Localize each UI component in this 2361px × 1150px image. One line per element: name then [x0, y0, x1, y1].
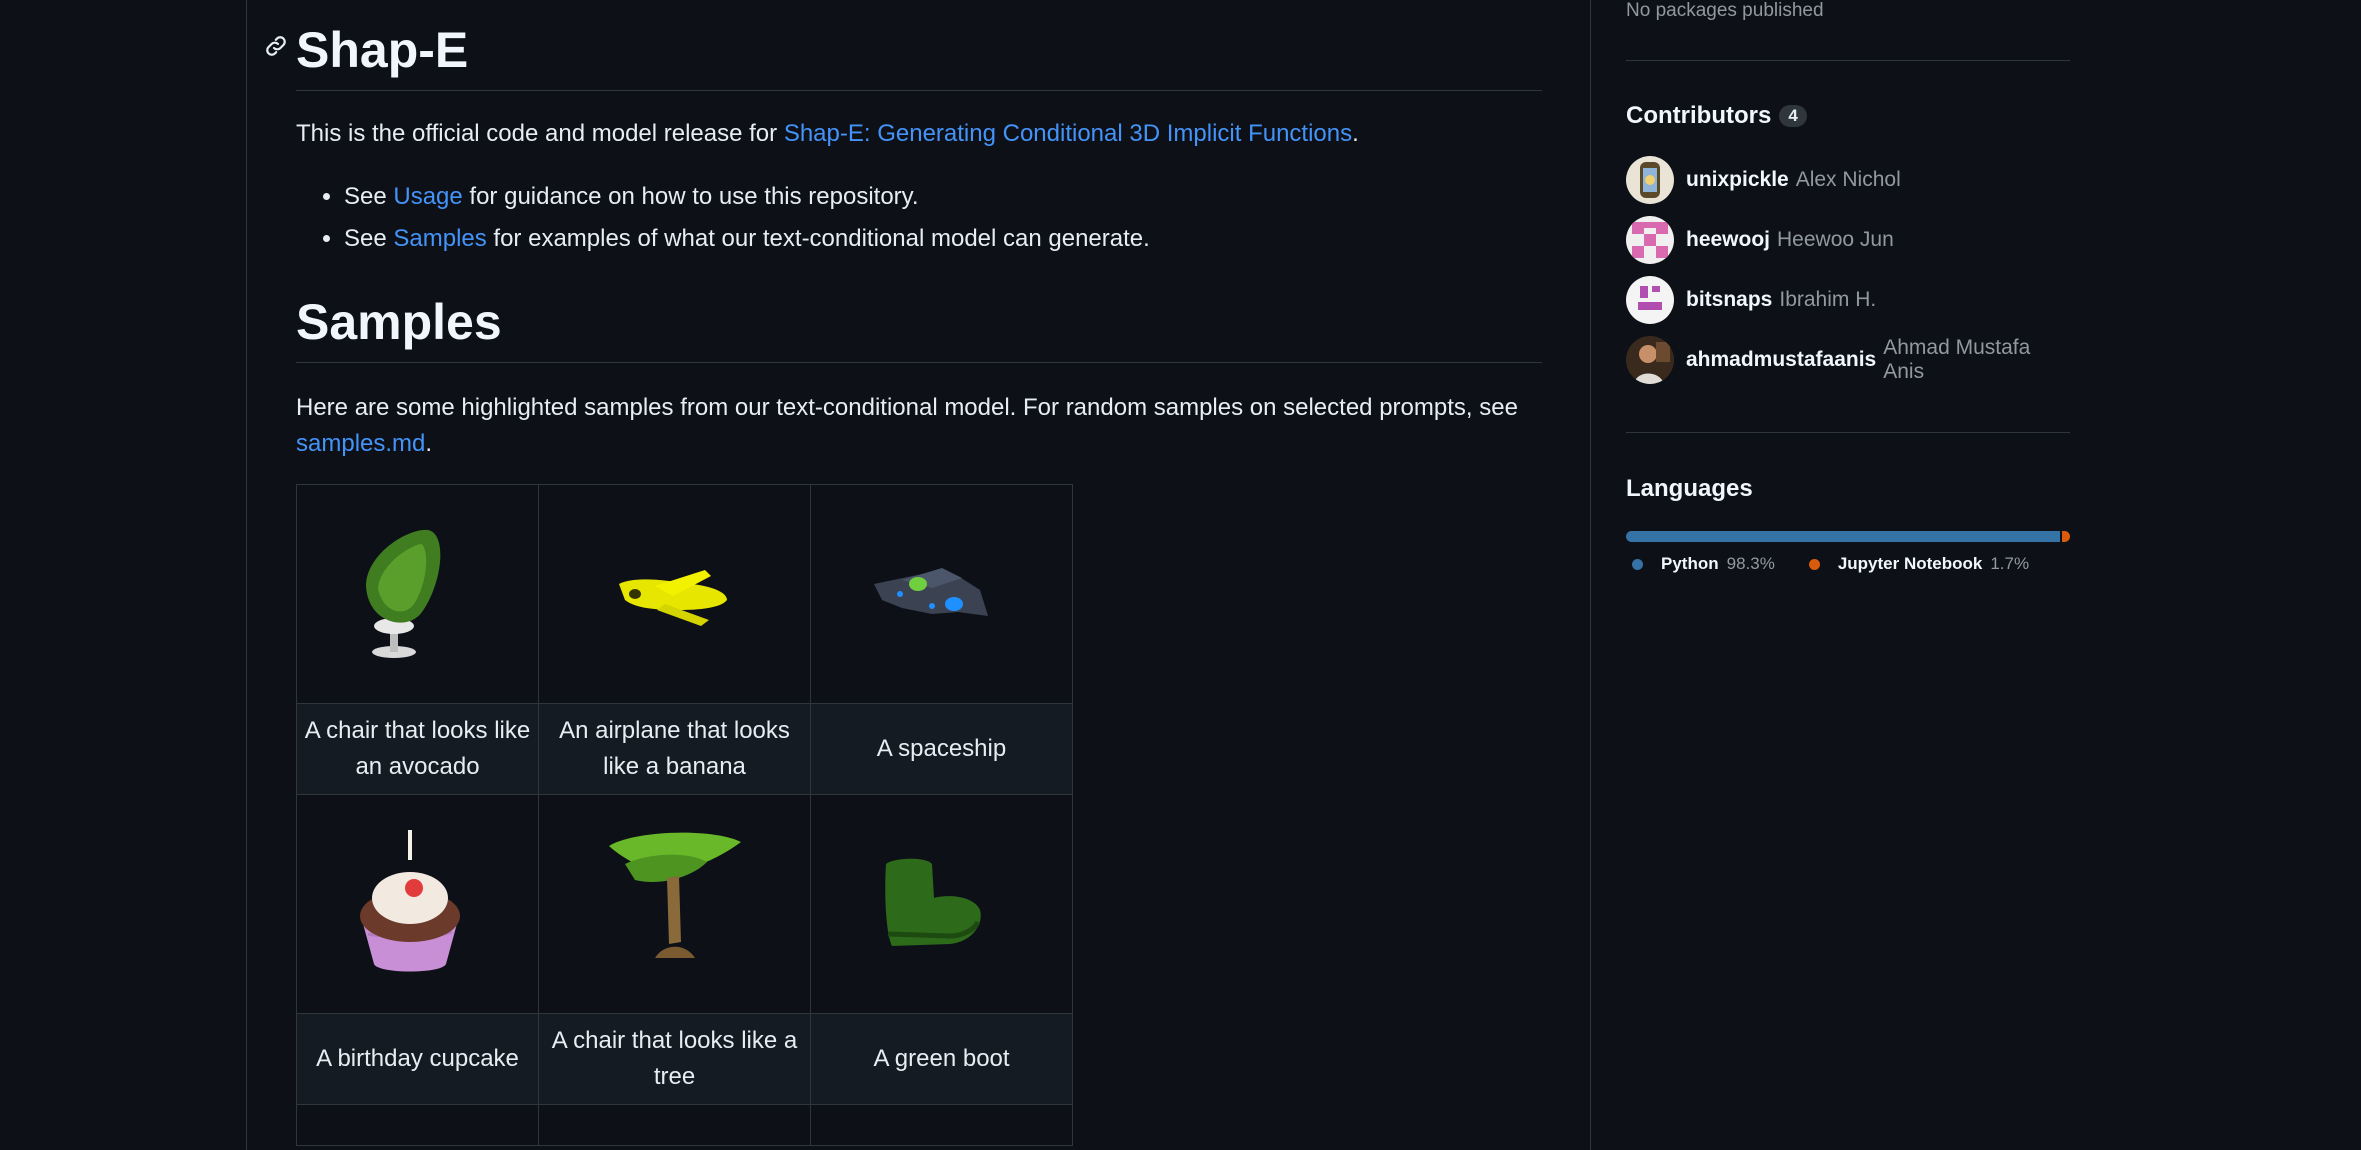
- sample-caption: A chair that looks like a tree: [538, 1013, 811, 1105]
- table-row: A birthday cupcake A chair that looks li…: [296, 1013, 1073, 1105]
- sample-image-cell: [538, 794, 811, 1014]
- readme-column: Shap-E This is the official code and mod…: [246, 0, 1591, 1150]
- table-row: [296, 1104, 1073, 1146]
- language-item[interactable]: Jupyter Notebook 1.7%: [1808, 554, 2030, 574]
- avatar[interactable]: [1626, 276, 1674, 324]
- samples-link[interactable]: Samples: [393, 225, 486, 252]
- table-row: [296, 484, 1073, 704]
- language-color-dot: [1808, 558, 1820, 570]
- language-name: Jupyter Notebook: [1837, 554, 1983, 573]
- green-boot-image[interactable]: [862, 824, 1022, 984]
- bullet-text: for examples of what our text-conditiona…: [486, 225, 1150, 252]
- sample-image-cell: [296, 1104, 539, 1146]
- samples-heading: Samples: [296, 290, 1542, 363]
- table-row: [296, 794, 1073, 1014]
- contributor-item[interactable]: ahmadmustafaanis Ahmad Mustafa Anis: [1626, 336, 2070, 384]
- intro-paragraph: This is the official code and model rele…: [296, 116, 1359, 152]
- sample-image-cell: [296, 794, 539, 1014]
- contributor-login[interactable]: unixpickle: [1686, 168, 1789, 192]
- sample-caption: A green boot: [810, 1013, 1073, 1105]
- contributor-login[interactable]: ahmadmustafaanis: [1686, 348, 1876, 372]
- language-name: Python: [1661, 554, 1719, 573]
- contributor-name: Heewoo Jun: [1777, 228, 1894, 251]
- readme-title-heading: Shap-E: [266, 18, 1542, 91]
- sample-caption: A chair that looks like an avocado: [296, 703, 539, 795]
- sample-image-cell: [296, 484, 539, 704]
- bullet-text: for guidance on how to use this reposito…: [462, 183, 919, 210]
- language-percent: 1.7%: [1990, 554, 2030, 573]
- contributors-heading[interactable]: Contributors 4: [1626, 102, 1807, 130]
- samples-table: A chair that looks like an avocado An ai…: [296, 484, 1073, 1146]
- sample-image-cell: [810, 1104, 1073, 1146]
- avocado-chair-image[interactable]: [338, 514, 498, 674]
- contributor-name: Ahmad Mustafa Anis: [1883, 336, 2031, 383]
- packages-status: No packages published: [1626, 0, 1824, 21]
- bullet-prefix: See: [344, 183, 394, 210]
- samples-md-link[interactable]: samples.md: [296, 430, 425, 457]
- languages-list: Python 98.3% Jupyter Notebook 1.7%: [1632, 554, 2063, 574]
- samples-intro-suffix: .: [425, 430, 433, 457]
- paper-link[interactable]: Shap-E: Generating Conditional 3D Implic…: [784, 120, 1352, 147]
- language-color-dot: [1632, 558, 1643, 570]
- contributor-item[interactable]: bitsnaps Ibrahim H.: [1626, 276, 1876, 324]
- list-item: See Samples for examples of what our tex…: [344, 218, 1150, 260]
- link-icon[interactable]: [264, 34, 288, 58]
- sample-image-cell: [538, 484, 811, 704]
- sample-image-cell: [810, 794, 1073, 1014]
- contributors-count-badge: 4: [1779, 105, 1807, 127]
- samples-intro-text: Here are some highlighted samples from o…: [296, 394, 1518, 421]
- cupcake-image[interactable]: [338, 824, 498, 984]
- intro-text: This is the official code and model rele…: [296, 120, 784, 147]
- intro-bullet-list: See Usage for guidance on how to use thi…: [296, 176, 1150, 260]
- spaceship-image[interactable]: [862, 514, 1022, 674]
- page-title: Shap-E: [296, 22, 469, 78]
- languages-bar: [1626, 531, 2070, 542]
- sample-image-cell: [538, 1104, 811, 1146]
- sidebar-divider: [1626, 432, 2070, 433]
- section-title: Samples: [296, 294, 502, 350]
- sample-caption: A birthday cupcake: [296, 1013, 539, 1105]
- table-row: A chair that looks like an avocado An ai…: [296, 703, 1073, 795]
- bullet-prefix: See: [344, 225, 394, 252]
- sidebar-divider: [1626, 60, 2070, 61]
- intro-suffix: .: [1352, 120, 1359, 147]
- language-percent: 98.3%: [1726, 554, 1775, 573]
- contributor-login[interactable]: bitsnaps: [1686, 288, 1772, 312]
- contributor-login[interactable]: heewooj: [1686, 228, 1770, 252]
- contributor-item[interactable]: unixpickle Alex Nichol: [1626, 156, 1901, 204]
- contributor-item[interactable]: heewooj Heewoo Jun: [1626, 216, 1894, 264]
- avatar[interactable]: [1626, 216, 1674, 264]
- language-bar-segment: [1626, 531, 2061, 542]
- contributor-name: Alex Nichol: [1795, 168, 1901, 191]
- sample-caption: A spaceship: [810, 703, 1073, 795]
- list-item: See Usage for guidance on how to use thi…: [344, 176, 1150, 218]
- avatar[interactable]: [1626, 336, 1674, 384]
- banana-airplane-image[interactable]: [595, 514, 755, 674]
- tree-chair-image[interactable]: [595, 824, 755, 984]
- language-item[interactable]: Python 98.3%: [1632, 554, 1775, 574]
- sample-caption: An airplane that looks like a banana: [538, 703, 811, 795]
- sample-image-cell: [810, 484, 1073, 704]
- usage-link[interactable]: Usage: [393, 183, 462, 210]
- language-bar-segment: [2062, 531, 2070, 542]
- contributors-title: Contributors: [1626, 102, 1772, 129]
- languages-heading: Languages: [1626, 475, 1753, 502]
- avatar[interactable]: [1626, 156, 1674, 204]
- contributor-name: Ibrahim H.: [1779, 288, 1877, 311]
- samples-paragraph: Here are some highlighted samples from o…: [296, 390, 1542, 462]
